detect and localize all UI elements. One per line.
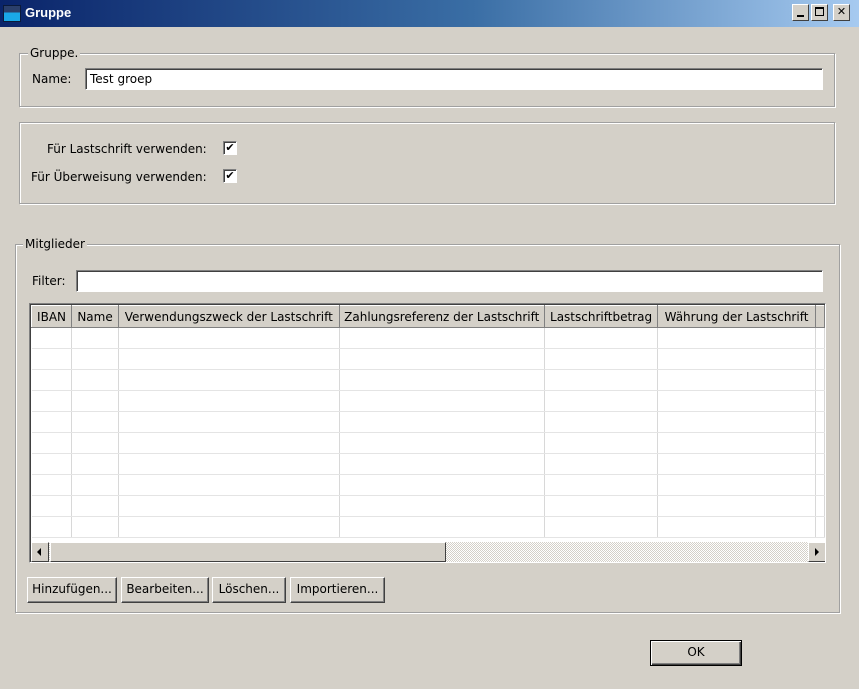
checkmark-icon: ✔ — [225, 169, 235, 182]
members-legend: Mitglieder — [23, 237, 87, 251]
column-header-currency[interactable]: Währung der Lastschrift — [657, 305, 816, 328]
group-legend: Gruppe. — [28, 46, 81, 60]
table-row[interactable] — [31, 495, 825, 517]
table-row[interactable] — [31, 327, 825, 349]
arrow-left-icon — [37, 548, 41, 556]
horizontal-scrollbar[interactable] — [31, 542, 825, 562]
filter-input[interactable] — [76, 270, 823, 292]
import-button[interactable]: Importieren... — [290, 577, 385, 603]
options-fieldset: Für Lastschrift verwenden: ✔ Für Überwei… — [19, 122, 835, 204]
window-title: Gruppe — [25, 5, 72, 20]
arrow-right-icon — [815, 548, 819, 556]
delete-button[interactable]: Löschen... — [212, 577, 286, 603]
table-row[interactable] — [31, 369, 825, 391]
table-row[interactable] — [31, 390, 825, 412]
table-row[interactable] — [31, 516, 825, 538]
table-row[interactable] — [31, 474, 825, 496]
transfer-label: Für Überweisung verwenden: — [31, 170, 207, 184]
members-table-body — [31, 327, 825, 538]
maximize-button[interactable] — [811, 4, 828, 21]
scrollbar-thumb[interactable] — [50, 542, 446, 562]
title-bar[interactable]: Gruppe ✕ — [0, 0, 859, 27]
close-icon: ✕ — [836, 5, 847, 18]
table-row[interactable] — [31, 432, 825, 454]
members-table[interactable]: IBAN Name Verwendungszweck der Lastschri… — [29, 303, 826, 563]
table-row[interactable] — [31, 453, 825, 475]
checkmark-icon: ✔ — [225, 141, 235, 154]
filter-label: Filter: — [32, 274, 66, 288]
column-header-purpose[interactable]: Verwendungszweck der Lastschrift — [118, 305, 340, 328]
column-header-amount[interactable]: Lastschriftbetrag — [543, 305, 659, 328]
name-label: Name: — [32, 72, 72, 86]
column-header-name[interactable]: Name — [71, 305, 119, 328]
direct-debit-label: Für Lastschrift verwenden: — [47, 142, 207, 156]
column-header-reference[interactable]: Zahlungsreferenz der Lastschrift — [338, 305, 545, 328]
group-fieldset: Gruppe. Name: Test groep — [19, 46, 835, 107]
column-header-filler — [814, 305, 825, 328]
column-header-iban[interactable]: IBAN — [30, 305, 73, 328]
transfer-checkbox[interactable]: ✔ — [223, 169, 237, 183]
edit-button[interactable]: Bearbeiten... — [121, 577, 209, 603]
close-button[interactable]: ✕ — [833, 4, 850, 21]
name-input[interactable]: Test groep — [85, 68, 823, 90]
app-icon — [3, 5, 21, 22]
direct-debit-checkbox[interactable]: ✔ — [223, 141, 237, 155]
minimize-button[interactable] — [792, 4, 809, 21]
table-row[interactable] — [31, 348, 825, 370]
minimize-icon — [797, 15, 804, 17]
add-button[interactable]: Hinzufügen... — [27, 577, 117, 603]
scroll-right-button[interactable] — [808, 542, 825, 562]
members-grid: IBAN Name Verwendungszweck der Lastschri… — [30, 305, 825, 538]
ok-button[interactable]: OK — [650, 640, 742, 666]
table-row[interactable] — [31, 411, 825, 433]
scroll-left-button[interactable] — [31, 542, 49, 562]
maximize-icon — [815, 7, 824, 16]
